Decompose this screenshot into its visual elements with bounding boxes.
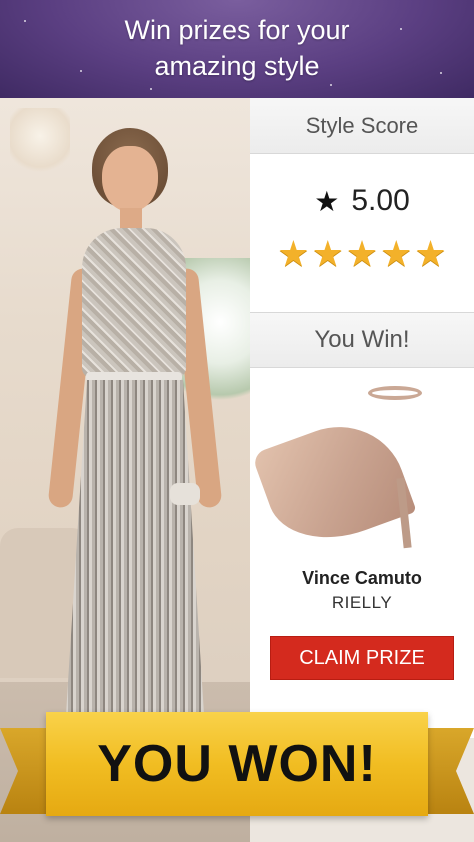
clutch-bag [170,483,200,505]
shoe-strap [368,386,422,400]
star-icon: ★ [314,185,340,217]
style-score-header: Style Score [250,98,474,154]
promo-header: Win prizes for your amazing style [0,0,474,98]
rating-stars: ★ ★ ★ ★ ★ [277,236,446,272]
avatar-face [102,146,158,212]
rating-star-icon: ★ [277,233,310,274]
score-line: ★ 5.00 [314,184,410,218]
sparkle [330,84,332,86]
ribbon-main: YOU WON! [46,712,428,816]
shoe-body [251,408,417,558]
promo-title: Win prizes for your amazing style [0,12,474,84]
sparkle [150,88,152,90]
score-value: 5.00 [351,184,410,217]
rating-star-icon: ★ [345,233,379,274]
you-won-text: YOU WON! [97,735,377,793]
sequin-dress-bodice [82,228,186,378]
prize-brand: Vince Camuto [302,568,422,588]
claim-prize-button[interactable]: CLAIM PRIZE [270,636,454,680]
you-won-banner: YOU WON! [0,698,474,842]
rating-star-icon: ★ [414,233,447,274]
promo-title-line2: amazing style [154,51,320,81]
prize-model: RIELLY [331,593,393,612]
style-score-block: ★ 5.00 ★ ★ ★ ★ ★ [250,154,474,312]
you-win-header: You Win! [250,312,474,368]
prize-shoe-image [250,368,474,568]
result-panel: Style Score ★ 5.00 ★ ★ ★ ★ ★ You Win! Vi… [250,98,474,738]
rating-star-icon: ★ [311,233,344,274]
rating-star-icon: ★ [380,233,413,274]
promo-title-line1: Win prizes for your [124,15,350,45]
